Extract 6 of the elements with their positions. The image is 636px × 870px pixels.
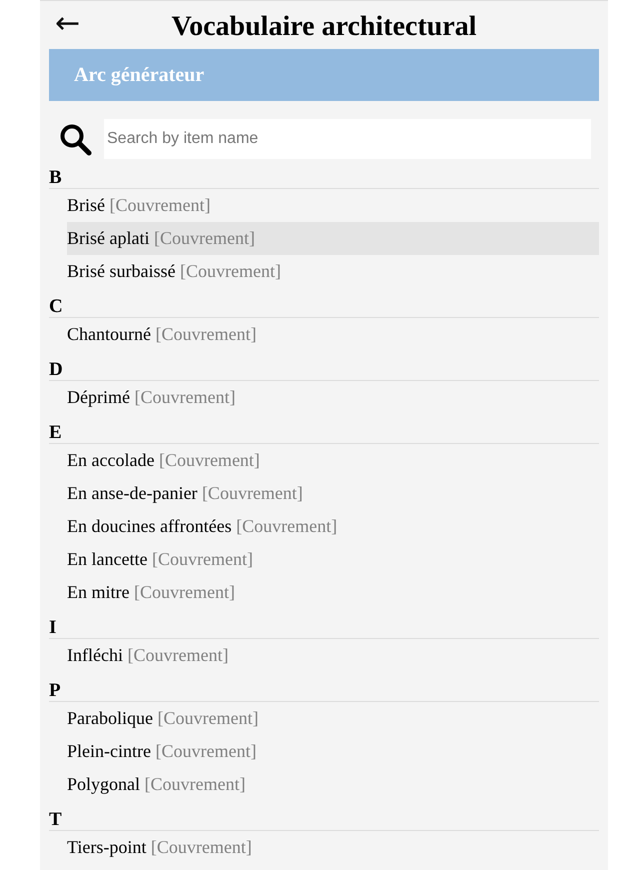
search-icon bbox=[59, 122, 92, 156]
back-button[interactable]: ← bbox=[55, 9, 80, 39]
page-title: Vocabulaire architectural bbox=[171, 10, 477, 43]
list-item[interactable]: Brisé aplati [Couvrement] bbox=[67, 222, 599, 255]
search-field[interactable]: Search by item name bbox=[104, 119, 591, 159]
category-banner: Arc générateur bbox=[49, 49, 599, 101]
